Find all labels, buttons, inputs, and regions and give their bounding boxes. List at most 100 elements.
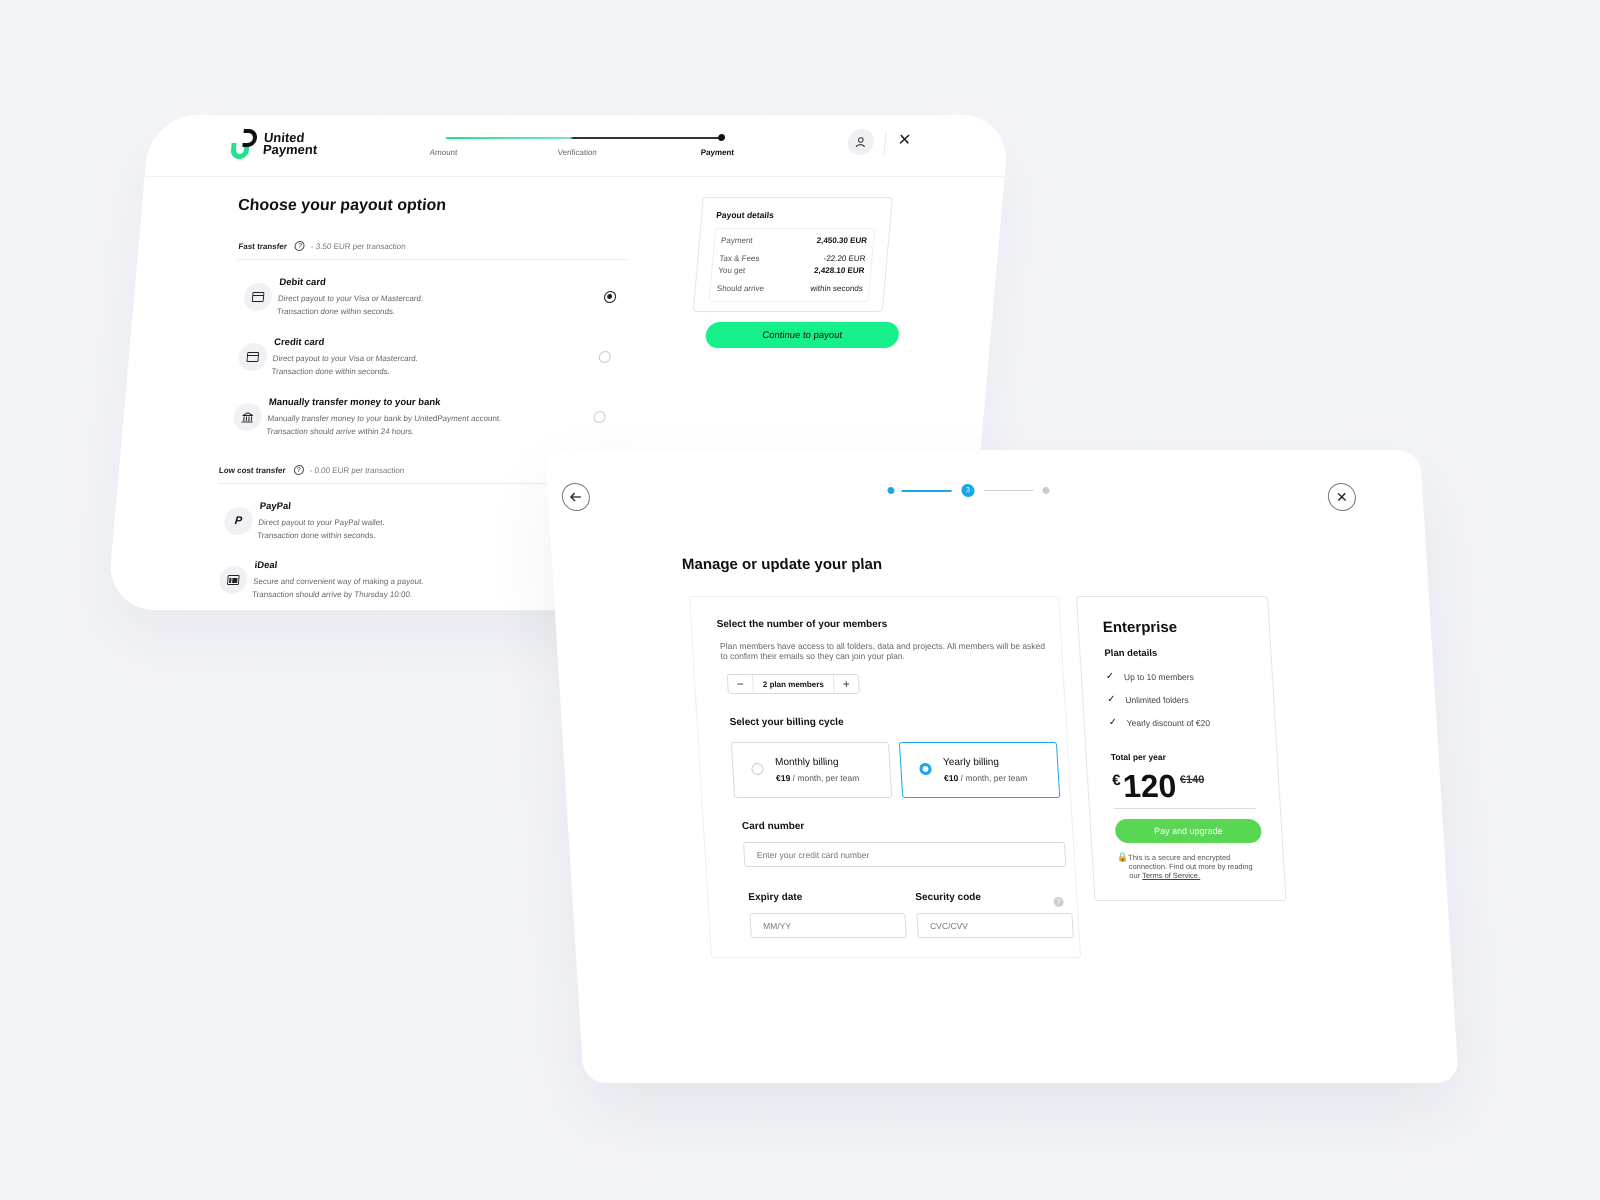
payout-key: Payment bbox=[720, 236, 753, 245]
members-heading: Select the number of your members bbox=[716, 619, 888, 630]
payout-key: Should arrive bbox=[716, 284, 765, 293]
option-title: iDeal bbox=[254, 560, 278, 571]
plan-form: Select the number of your members Plan m… bbox=[688, 596, 1082, 958]
option-credit-card[interactable]: Credit card Direct payout to your Visa o… bbox=[236, 337, 621, 389]
close-icon: ✕ bbox=[1335, 488, 1349, 505]
payout-value: -22.20 EUR bbox=[823, 254, 866, 263]
option-radio[interactable] bbox=[593, 411, 607, 423]
brand-logo-mark bbox=[230, 129, 261, 159]
option-radio-selected[interactable] bbox=[603, 291, 617, 303]
back-button[interactable] bbox=[561, 483, 591, 511]
section-fee: - 0.00 EUR per transaction bbox=[309, 465, 405, 475]
total-per-year-label: Total per year bbox=[1110, 752, 1167, 762]
billing-radio-selected[interactable] bbox=[919, 763, 932, 775]
members-quantity-stepper: − 2 plan members + bbox=[726, 674, 860, 694]
billing-heading: Select your billing cycle bbox=[729, 717, 844, 728]
bank-icon bbox=[232, 403, 263, 431]
plan-name: Enterprise bbox=[1102, 619, 1178, 636]
increment-button[interactable]: + bbox=[834, 675, 859, 693]
billing-radio[interactable] bbox=[751, 763, 764, 775]
card-number-input[interactable] bbox=[742, 842, 1067, 867]
payout-row: You get 2,428.10 EUR bbox=[718, 265, 865, 277]
plan-window: 3 ✕ Manage or update your plan Select th… bbox=[545, 450, 1459, 1083]
expiry-date-input[interactable] bbox=[749, 913, 907, 938]
members-description: Plan members have access to all folders,… bbox=[719, 641, 1046, 661]
payout-value: 2,428.10 EUR bbox=[813, 266, 865, 275]
payout-header: United Payment Amount Verification Payme… bbox=[144, 115, 1010, 177]
brand-logo: United Payment bbox=[230, 129, 319, 159]
feature-text: Yearly discount of €20 bbox=[1126, 717, 1211, 728]
card-number-label: Card number bbox=[741, 821, 805, 832]
billing-title: Monthly billing bbox=[774, 757, 839, 768]
option-desc: Direct payout to your PayPal wallet. bbox=[257, 518, 386, 527]
option-title: PayPal bbox=[259, 501, 292, 512]
step-payment[interactable]: Payment bbox=[700, 148, 734, 157]
progress-stepper: Amount Verification Payment bbox=[429, 132, 734, 162]
payout-key: You get bbox=[718, 266, 746, 275]
paypal-icon: P bbox=[223, 507, 254, 535]
step-dot-completed[interactable] bbox=[887, 487, 895, 494]
step-amount[interactable]: Amount bbox=[429, 148, 457, 157]
option-desc: Manually transfer money to your bank by … bbox=[267, 414, 502, 423]
close-button[interactable]: ✕ bbox=[1327, 483, 1357, 511]
close-icon[interactable]: ✕ bbox=[897, 131, 912, 151]
option-desc: Transaction should arrive by Thursday 10… bbox=[251, 590, 413, 599]
help-icon[interactable]: ? bbox=[1053, 897, 1064, 907]
step-dot-upcoming[interactable] bbox=[1042, 487, 1050, 494]
user-profile-button[interactable] bbox=[846, 129, 875, 155]
step-dot-current[interactable]: 3 bbox=[961, 484, 975, 497]
option-desc: Direct payout to your Visa or Mastercard… bbox=[277, 294, 424, 303]
security-code-label: Security code bbox=[915, 892, 982, 903]
option-ideal[interactable]: iDeal Secure and convenient way of makin… bbox=[217, 560, 602, 610]
old-price: €140 bbox=[1179, 774, 1205, 786]
help-icon[interactable]: ? bbox=[294, 241, 306, 251]
card-icon bbox=[242, 283, 274, 311]
option-desc: Transaction done within seconds. bbox=[271, 367, 391, 376]
option-desc: Transaction should arrive within 24 hour… bbox=[265, 427, 415, 436]
option-title: Credit card bbox=[273, 337, 325, 348]
price-currency: € bbox=[1111, 772, 1122, 789]
plan-details-label: Plan details bbox=[1104, 648, 1158, 659]
payout-row: Payment 2,450.30 EUR bbox=[720, 235, 868, 247]
billing-option-yearly[interactable]: Yearly billing €10 / month, per team bbox=[898, 742, 1061, 798]
page-title: Choose your payout option bbox=[237, 197, 447, 214]
expiry-date-label: Expiry date bbox=[748, 892, 803, 903]
brand-name-line2: Payment bbox=[262, 142, 318, 157]
continue-to-payout-button[interactable]: Continue to payout bbox=[704, 322, 900, 348]
security-code-input[interactable] bbox=[916, 913, 1074, 938]
payout-details: Payout details Payment 2,450.30 EUR Tax … bbox=[692, 197, 893, 312]
billing-title: Yearly billing bbox=[942, 757, 1000, 768]
payout-value: within seconds bbox=[809, 284, 864, 293]
members-quantity-value: 2 plan members bbox=[751, 675, 835, 693]
billing-option-monthly[interactable]: Monthly billing €19 / month, per team bbox=[730, 742, 893, 798]
plan-stepper: 3 bbox=[887, 483, 1058, 497]
billing-price: €10 bbox=[943, 773, 959, 783]
option-title: Manually transfer money to your bank bbox=[268, 397, 441, 408]
step-verification[interactable]: Verification bbox=[557, 148, 597, 157]
option-bank-transfer[interactable]: Manually transfer money to your bank Man… bbox=[231, 397, 616, 449]
help-icon[interactable]: ? bbox=[293, 465, 305, 475]
page-title: Manage or update your plan bbox=[681, 556, 883, 573]
feature-text: Unlimited folders bbox=[1124, 694, 1189, 705]
check-icon: ✓ bbox=[1108, 717, 1118, 728]
plan-feature: ✓ Yearly discount of €20 bbox=[1108, 717, 1251, 728]
pay-and-upgrade-button[interactable]: Pay and upgrade bbox=[1114, 819, 1263, 843]
plan-feature: ✓ Unlimited folders bbox=[1107, 694, 1250, 705]
billing-price: €19 bbox=[775, 773, 791, 783]
user-icon bbox=[855, 137, 865, 148]
payout-value: 2,450.30 EUR bbox=[816, 236, 868, 245]
decrement-button[interactable]: − bbox=[728, 675, 753, 693]
option-desc: Direct payout to your Visa or Mastercard… bbox=[272, 354, 419, 363]
enterprise-plan-summary: Enterprise Plan details ✓ Up to 10 member… bbox=[1075, 596, 1287, 901]
section-name: Low cost transfer bbox=[218, 465, 287, 475]
header-divider bbox=[883, 132, 887, 154]
current-step-dot bbox=[717, 134, 726, 141]
secure-connection-note: 🔒 This is a secure and encrypted connect… bbox=[1117, 852, 1261, 880]
check-icon: ✓ bbox=[1106, 694, 1116, 705]
option-debit-card[interactable]: Debit card Direct payout to your Visa or… bbox=[241, 277, 626, 329]
option-radio[interactable] bbox=[598, 351, 612, 363]
payout-details-title: Payout details bbox=[715, 210, 775, 220]
payout-key: Tax & Fees bbox=[719, 254, 760, 263]
terms-of-service-link[interactable]: Terms of Service. bbox=[1142, 871, 1200, 880]
plan-feature: ✓ Up to 10 members bbox=[1106, 671, 1249, 682]
